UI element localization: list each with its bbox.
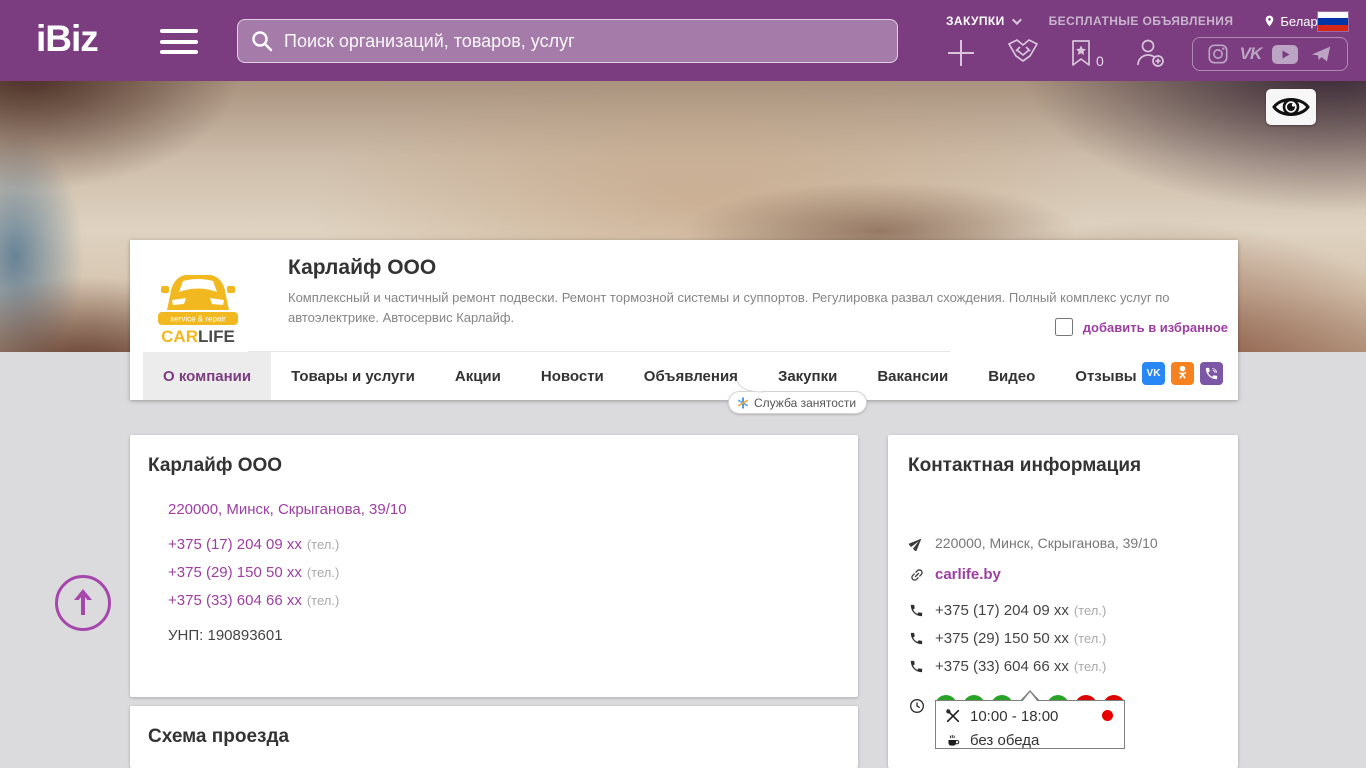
free-ads-link[interactable]: БЕСПЛАТНЫЕ ОБЪЯВЛЕНИЯ: [1049, 14, 1234, 28]
phone-icon: [910, 632, 923, 645]
company-name: Карлайф ООО: [288, 256, 437, 279]
viber-icon[interactable]: [1200, 362, 1223, 385]
contact-phone[interactable]: +375 (17) 204 09 xx: [935, 602, 1069, 619]
employment-service-icon: [737, 397, 749, 408]
phone-row: +375 (17) 204 09 xx (тел.): [168, 536, 339, 553]
working-hours-popup: 10:00 - 18:00 без обеда: [935, 690, 1125, 749]
svg-text:service & repair: service & repair: [170, 315, 226, 324]
search-icon: [252, 31, 273, 52]
contact-title: Контактная информация: [908, 455, 1142, 476]
contact-phone[interactable]: +375 (33) 604 66 xx: [935, 658, 1069, 675]
company-tabs: О компании Товары и услуги Акции Новости…: [143, 352, 1157, 400]
status-dot: [1102, 710, 1113, 721]
tab-news[interactable]: Новости: [521, 352, 624, 400]
website-row: carlife.by: [908, 566, 1001, 583]
tab-vacancies[interactable]: Вакансии: [857, 352, 968, 400]
partners-button[interactable]: [1006, 38, 1040, 68]
favorites-count: 0: [1096, 53, 1104, 69]
contact-address-row: 220000, Минск, Скрыганова, 39/10: [908, 535, 1158, 551]
phone-link[interactable]: +375 (17) 204 09 xx: [168, 536, 302, 553]
about-card: Карлайф ООО 220000, Минск, Скрыганова, 3…: [130, 435, 858, 697]
svg-text:CARLIFE: CARLIFE: [161, 327, 235, 346]
phone-note: (тел.): [306, 537, 340, 552]
contact-address: 220000, Минск, Скрыганова, 39/10: [935, 535, 1158, 551]
tab-products[interactable]: Товары и услуги: [271, 352, 435, 400]
map-title: Схема проезда: [148, 726, 290, 747]
employment-service-tooltip: Служба занятости: [728, 381, 868, 414]
favorites-checkbox[interactable]: [1054, 318, 1073, 336]
chevron-down-icon: [1011, 14, 1022, 25]
company-address-link[interactable]: 220000, Минск, Скрыганова, 39/10: [168, 501, 407, 518]
phone-icon: [910, 660, 923, 673]
login-register-button[interactable]: [1134, 38, 1166, 68]
hamburger-menu-icon[interactable]: [160, 29, 198, 54]
working-hours-time: 10:00 - 18:00: [970, 707, 1059, 725]
contact-info-card: Контактная информация 220000, Минск, Скр…: [888, 435, 1238, 768]
phone-row: +375 (29) 150 50 xx (тел.): [168, 564, 339, 581]
header-social-links: VK: [1192, 37, 1348, 71]
website-link[interactable]: carlife.by: [935, 566, 1001, 583]
unp-number: УНП: 190893601: [168, 627, 283, 644]
accessibility-eye-button[interactable]: [1266, 89, 1316, 125]
contact-phone-row: +375 (17) 204 09 xx (тел.): [908, 602, 1106, 619]
favorites-button[interactable]: 0: [1070, 39, 1104, 69]
lunch-note: без обеда: [970, 731, 1040, 749]
phone-note: (тел.): [1073, 631, 1107, 646]
map-card: Схема проезда: [130, 706, 858, 768]
bookmark-star-icon: [1072, 40, 1090, 66]
language-flag-russia[interactable]: [1318, 12, 1348, 31]
tooltip-text: Служба занятости: [754, 395, 857, 410]
contact-phone-row: +375 (29) 150 50 xx (тел.): [908, 630, 1106, 647]
tab-promotions[interactable]: Акции: [435, 352, 521, 400]
phone-note: (тел.): [1073, 659, 1107, 674]
phone-link[interactable]: +375 (29) 150 50 xx: [168, 564, 302, 581]
company-social-links: VK: [1142, 362, 1223, 385]
page: iBiz ЗАКУПКИ БЕСПЛАТНЫЕ ОБЪЯВЛЕНИЯ Белар…: [0, 0, 1366, 768]
instagram-icon[interactable]: [1207, 43, 1229, 65]
header-actions: 0: [946, 38, 1166, 68]
tools-icon: [946, 709, 960, 723]
header: iBiz ЗАКУПКИ БЕСПЛАТНЫЕ ОБЪЯВЛЕНИЯ Белар…: [0, 0, 1366, 81]
eye-icon: [1272, 98, 1310, 116]
phone-note: (тел.): [306, 593, 340, 608]
about-title: Карлайф ООО: [148, 455, 283, 476]
phone-row: +375 (33) 604 66 xx (тел.): [168, 592, 339, 609]
search-bar: [237, 19, 898, 63]
contact-phone[interactable]: +375 (29) 150 50 xx: [935, 630, 1069, 647]
link-icon: [910, 568, 923, 581]
phone-link[interactable]: +375 (33) 604 66 xx: [168, 592, 302, 609]
user-add-icon: [1136, 39, 1164, 67]
phone-note: (тел.): [306, 565, 340, 580]
location-pin-icon: [1266, 15, 1274, 27]
favorites-label: добавить в избранное: [1082, 319, 1228, 335]
tab-video[interactable]: Видео: [968, 352, 1055, 400]
add-company-button[interactable]: [946, 38, 976, 68]
handshake-icon: [1008, 39, 1038, 62]
header-top-links: ЗАКУПКИ БЕСПЛАТНЫЕ ОБЪЯВЛЕНИЯ Беларусь: [946, 13, 1337, 29]
vk-icon[interactable]: VK: [1240, 44, 1263, 64]
youtube-icon[interactable]: [1272, 44, 1299, 64]
tooltip-tail: [736, 381, 764, 393]
phone-icon: [910, 604, 923, 617]
arrow-up-icon: [74, 589, 92, 615]
navigation-arrow-icon: [909, 538, 922, 551]
add-to-favorites[interactable]: добавить в избранное: [1054, 318, 1228, 336]
odnoklassniki-icon[interactable]: [1171, 362, 1194, 385]
back-to-top-button[interactable]: [55, 575, 111, 631]
procurement-menu[interactable]: ЗАКУПКИ: [946, 14, 1022, 28]
vk-share-icon[interactable]: VK: [1142, 362, 1165, 385]
contact-phone-row: +375 (33) 604 66 xx (тел.): [908, 658, 1106, 675]
company-header-card: service & repair CARLIFE Карлайф ООО Ком…: [130, 240, 1238, 400]
clock-icon: [909, 699, 924, 713]
tab-about[interactable]: О компании: [143, 352, 272, 400]
ibiz-logo[interactable]: iBiz: [36, 18, 99, 60]
plus-icon: [948, 40, 974, 66]
coffee-cup-icon: [948, 735, 959, 746]
telegram-icon[interactable]: [1309, 43, 1333, 65]
company-logo: service & repair CARLIFE: [148, 248, 248, 348]
search-input[interactable]: [284, 30, 885, 52]
phone-note: (тел.): [1073, 603, 1107, 618]
